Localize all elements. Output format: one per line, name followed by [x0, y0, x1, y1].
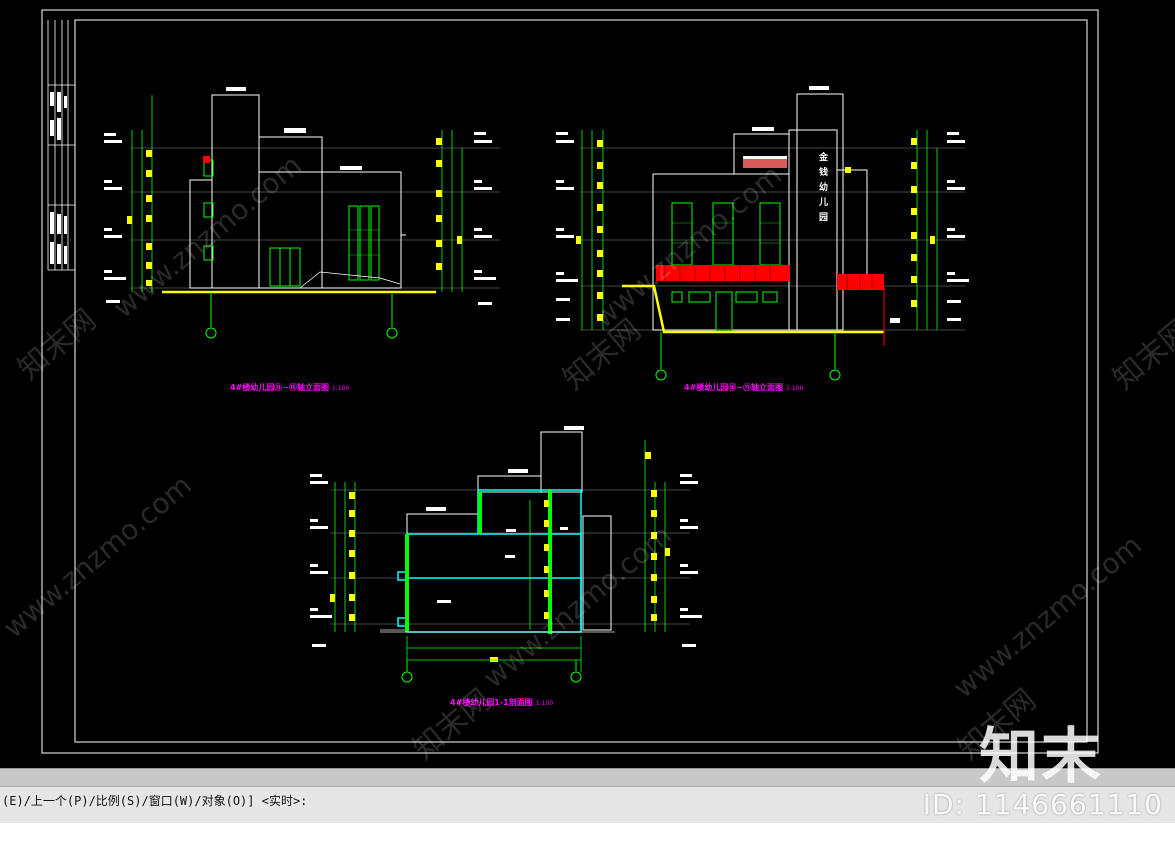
elevation-2 — [556, 86, 969, 381]
watermark-logo: 知末 — [979, 722, 1103, 792]
building-signage: 金钱幼儿园 — [817, 152, 827, 227]
watermark-id: ID: 1146661110 — [922, 788, 1163, 821]
elevation-1-title: 4#楼幼儿园⑪~⑯轴立面图 1:100 — [230, 382, 349, 393]
elevation-1-scale: 1:100 — [331, 385, 350, 392]
elevation-1 — [104, 87, 500, 339]
section-scale: 1:100 — [535, 700, 554, 707]
drawing-canvas[interactable] — [0, 0, 1175, 768]
bottom-strip — [0, 823, 1175, 843]
elevation-2-title: 4#楼幼儿园⑯~⑪轴立面图 1:100 — [684, 382, 803, 393]
section-title: 4#楼幼儿园1-1剖面图 1:100 — [450, 697, 553, 708]
drawing-frame — [41, 9, 1099, 754]
elevation-2-scale: 1:100 — [785, 385, 804, 392]
command-prompt-text: (E)/上一个(P)/比例(S)/窗口(W)/对象(O)] <实时>: — [2, 794, 308, 808]
elevation-1-title-text: 4#楼幼儿园⑪~⑯轴立面图 — [230, 383, 329, 392]
elevation-2-title-text: 4#楼幼儿园⑯~⑪轴立面图 — [684, 383, 783, 392]
cad-model-space[interactable]: 4#楼幼儿园⑪~⑯轴立面图 1:100 4#楼幼儿园⑯~⑪轴立面图 1:100 4#… — [0, 0, 1175, 768]
section-1-1 — [310, 426, 702, 683]
title-block-text — [50, 92, 67, 264]
section-title-text: 4#楼幼儿园1-1剖面图 — [450, 698, 533, 707]
